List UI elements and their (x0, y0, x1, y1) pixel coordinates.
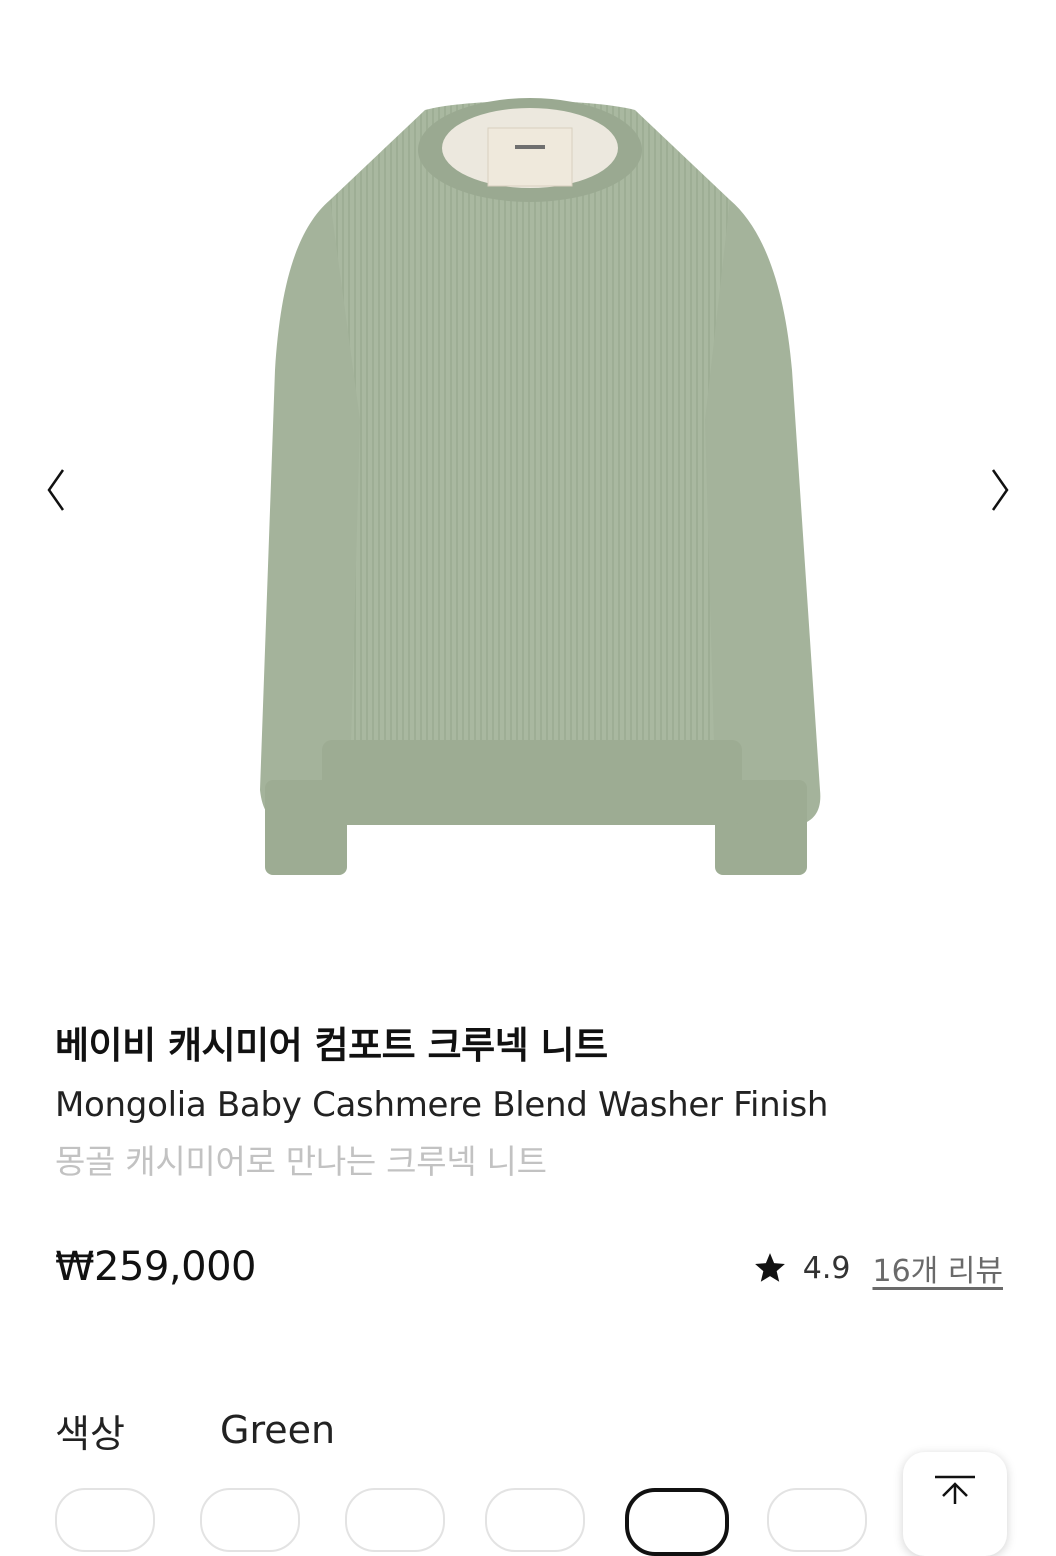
selected-color-value: Green (220, 1408, 336, 1452)
chevron-left-icon (47, 469, 65, 511)
scroll-to-top-button[interactable] (903, 1452, 1007, 1556)
product-price: ₩259,000 (55, 1244, 256, 1290)
color-swatch-selected[interactable] (625, 1488, 729, 1556)
gallery-prev-button[interactable] (36, 460, 76, 520)
rating-summary: 4.9 16개 리뷰 (753, 1246, 1003, 1290)
product-title: 베이비 캐시미어 컴포트 크루넥 니트 (55, 1024, 608, 1067)
chevron-right-icon (991, 469, 1009, 511)
product-image-gallery[interactable] (0, 0, 1056, 975)
color-option-row: 색상 Green (55, 1400, 335, 1460)
rating-score: 4.9 (802, 1250, 851, 1286)
color-swatch[interactable] (345, 1488, 445, 1552)
color-swatch[interactable] (485, 1488, 585, 1552)
color-swatch-list (55, 1488, 867, 1556)
review-count-link[interactable]: 16개 리뷰 (872, 1246, 1003, 1290)
star-icon (754, 1253, 785, 1282)
price-row: ₩259,000 4.9 16개 리뷰 (55, 1240, 1003, 1300)
product-info: 베이비 캐시미어 컴포트 크루넥 니트 Mongolia Baby Cashme… (55, 1020, 1005, 1188)
color-label: 색상 (55, 1411, 125, 1456)
product-image (260, 98, 821, 875)
product-english-name: Mongolia Baby Cashmere Blend Washer Fini… (55, 1085, 829, 1125)
gallery-next-button[interactable] (980, 460, 1020, 520)
product-subtitle: 몽골 캐시미어로 만나는 크루넥 니트 (55, 1142, 547, 1181)
color-swatch[interactable] (55, 1488, 155, 1552)
color-swatch[interactable] (200, 1488, 300, 1552)
color-swatch[interactable] (767, 1488, 867, 1552)
